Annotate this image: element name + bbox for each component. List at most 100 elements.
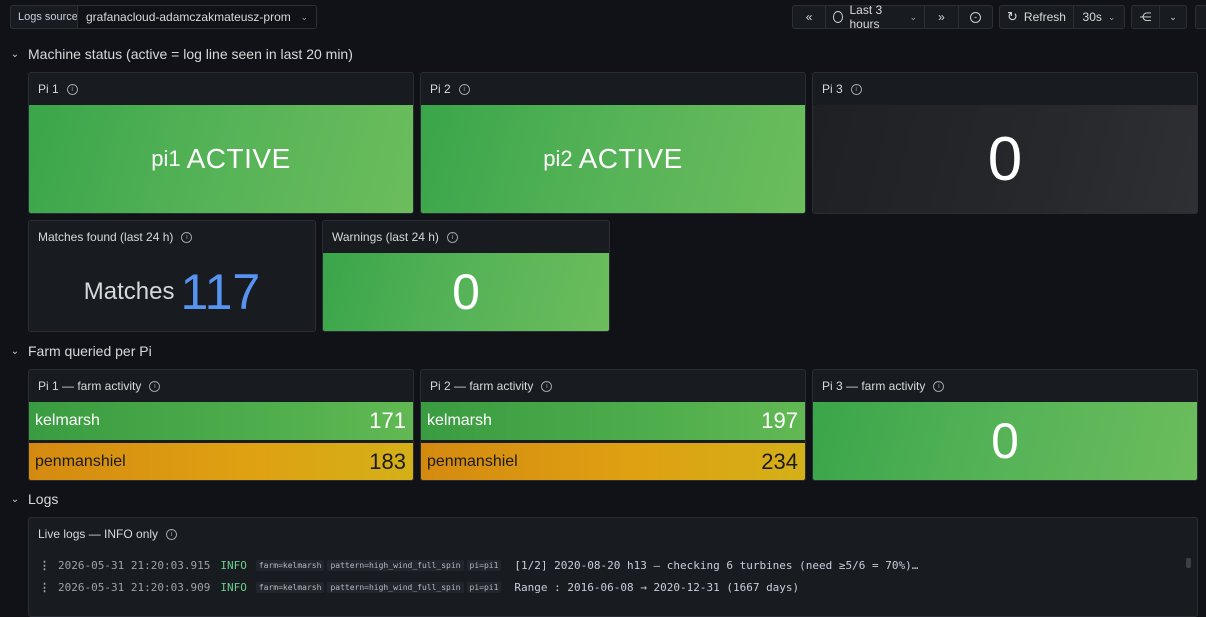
panel-matches: Matches found (last 24 h) i Matches 117: [28, 220, 316, 332]
panel-title: Warnings (last 24 h) i: [332, 221, 458, 253]
refresh-interval-value: 30s: [1082, 10, 1102, 24]
row-machine-status[interactable]: ⌄ Machine status (active = log line seen…: [10, 44, 353, 64]
chevron-double-left-icon: «: [805, 10, 813, 24]
info-icon[interactable]: i: [66, 83, 78, 95]
stat-value: ACTIVE: [186, 143, 291, 174]
info-icon[interactable]: i: [458, 83, 470, 95]
panel-title-text: Pi 1: [38, 82, 59, 96]
info-icon[interactable]: i: [149, 380, 161, 392]
overflow-button[interactable]: [1195, 5, 1206, 29]
logs-source-value: grafanacloud-adamczakmateusz-prom: [86, 10, 291, 24]
panel-title-text: Pi 3 — farm activity: [822, 379, 926, 393]
stat-value: 0: [987, 124, 1023, 194]
panel-title: Pi 1 — farm activity i: [38, 370, 161, 402]
stat-value: 0: [452, 264, 480, 320]
panel-title-text: Pi 3: [822, 82, 843, 96]
stat-body: 0: [323, 253, 609, 331]
time-range-controls: « Last 3 hours ⌄ » -: [792, 3, 993, 31]
stat-body: Matches 117: [29, 253, 315, 331]
panel-title-text: Live logs — INFO only: [38, 527, 159, 541]
stat-body: pi2 ACTIVE: [421, 105, 805, 213]
clock-icon: [833, 11, 844, 23]
info-icon[interactable]: i: [181, 231, 193, 243]
panel-title-text: Pi 2 — farm activity: [430, 379, 534, 393]
logs-source-label: Logs source: [10, 5, 86, 29]
share-controls: ⋲ ⌄: [1131, 5, 1187, 29]
row-farm-queried[interactable]: ⌄ Farm queried per Pi: [10, 341, 152, 361]
info-icon[interactable]: i: [446, 231, 458, 243]
time-range-label: Last 3 hours: [849, 3, 883, 31]
panel-pi2-farm-activity: Pi 2 — farm activity i kelmarsh 197 penma…: [420, 369, 806, 481]
row-logs[interactable]: ⌄ Logs: [10, 489, 59, 509]
share-menu-button[interactable]: ⌄: [1160, 6, 1186, 28]
chevron-down-icon: ⌄: [909, 11, 918, 22]
log-label-pattern: pattern=high_wind_full_spin: [327, 581, 464, 593]
farm-count: 234: [761, 449, 798, 474]
logs-source-select[interactable]: grafanacloud-adamczakmateusz-prom ⌄: [77, 5, 317, 29]
log-level: INFO: [220, 580, 247, 594]
info-icon[interactable]: i: [850, 83, 862, 95]
chevron-down-icon: ⌄: [10, 48, 20, 60]
farm-label: kelmarsh: [427, 412, 492, 429]
panel-pi3-status: Pi 3 i 0: [812, 72, 1198, 214]
log-message: Range : 2016-06-08 → 2020-12-31 (1667 da…: [514, 580, 800, 594]
log-label-farm: farm=kelmarsh: [255, 581, 325, 593]
stat-value: 0: [991, 413, 1019, 469]
stat-prefix: pi1: [151, 146, 181, 171]
chevron-down-icon: ⌄: [10, 345, 20, 357]
stat-body: 0: [813, 402, 1197, 480]
refresh-interval-select[interactable]: 30s ⌄: [1074, 6, 1124, 28]
panel-title-text: Pi 1 — farm activity: [38, 379, 142, 393]
zoom-out-icon: -: [970, 11, 982, 23]
share-button[interactable]: ⋲: [1132, 6, 1160, 28]
share-icon: ⋲: [1139, 10, 1152, 24]
refresh-button[interactable]: ↻ Refresh: [1000, 6, 1074, 28]
refresh-controls: ↻ Refresh 30s ⌄: [999, 5, 1125, 29]
info-icon[interactable]: i: [166, 528, 178, 540]
panel-pi1-farm-activity: Pi 1 — farm activity i kelmarsh 171 penma…: [28, 369, 414, 481]
chevron-double-right-icon: »: [938, 10, 945, 24]
log-line-menu-icon[interactable]: ⋮: [39, 559, 50, 572]
info-icon[interactable]: i: [933, 380, 945, 392]
chevron-down-icon: ⌄: [1107, 11, 1116, 22]
farm-count: 183: [369, 449, 406, 474]
time-range-picker[interactable]: Last 3 hours ⌄: [826, 3, 926, 31]
farm-bar-row: penmanshiel 234: [421, 443, 805, 480]
info-icon[interactable]: i: [541, 380, 553, 392]
row-title: Logs: [28, 491, 59, 507]
stat-body: pi1 ACTIVE: [29, 105, 413, 213]
stat-value: 117: [180, 264, 261, 320]
refresh-icon: ↻: [1007, 9, 1018, 24]
row-title: Machine status (active = log line seen i…: [28, 46, 353, 62]
farm-label: penmanshiel: [35, 453, 126, 470]
log-line[interactable]: ⋮ 2026-05-31 21:20:03.915 INFO farm=kelm…: [39, 556, 918, 574]
log-scrollbar[interactable]: [1186, 558, 1191, 568]
panel-title: Pi 1 i: [38, 73, 78, 105]
chevron-down-icon: ⌄: [10, 493, 20, 505]
log-line-menu-icon[interactable]: ⋮: [39, 581, 50, 594]
panel-pi2-status: Pi 2 i pi2 ACTIVE: [420, 72, 806, 214]
log-label-pi: pi=pi1: [466, 581, 502, 593]
time-shift-forward-button[interactable]: »: [925, 6, 960, 28]
log-label-pattern: pattern=high_wind_full_spin: [327, 559, 464, 571]
log-label-pi: pi=pi1: [466, 559, 502, 571]
time-shift-back-button[interactable]: «: [793, 6, 827, 28]
panel-title: Live logs — INFO only i: [38, 518, 178, 550]
stat-prefix: Matches: [83, 278, 175, 305]
panel-pi3-farm-activity: Pi 3 — farm activity i 0: [812, 369, 1198, 481]
farm-bar-row: kelmarsh 197: [421, 402, 805, 440]
log-level: INFO: [220, 558, 247, 572]
panel-title: Pi 3 i: [822, 73, 862, 105]
farm-bar-row: kelmarsh 171: [29, 402, 413, 440]
log-timestamp: 2026-05-31 21:20:03.909: [58, 580, 211, 594]
panel-title: Pi 3 — farm activity i: [822, 370, 945, 402]
log-line[interactable]: ⋮ 2026-05-31 21:20:03.909 INFO farm=kelm…: [39, 578, 799, 596]
row-title: Farm queried per Pi: [28, 343, 152, 359]
farm-label: penmanshiel: [427, 453, 518, 470]
farm-bar-row: penmanshiel 183: [29, 443, 413, 480]
farm-count: 171: [369, 408, 406, 433]
panel-title-text: Matches found (last 24 h): [38, 230, 174, 244]
panel-title: Pi 2 — farm activity i: [430, 370, 553, 402]
panel-pi1-status: Pi 1 i pi1 ACTIVE: [28, 72, 414, 214]
zoom-out-button[interactable]: -: [959, 6, 992, 28]
